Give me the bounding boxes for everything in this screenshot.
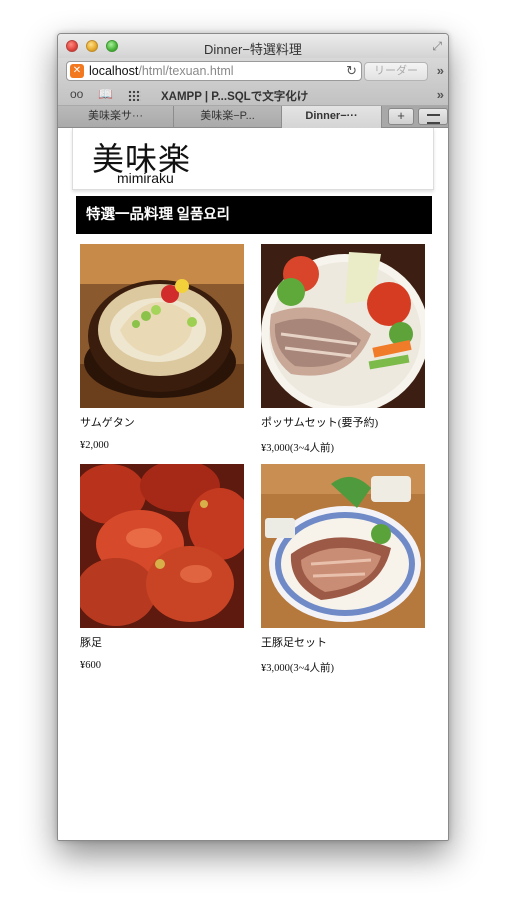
menu-item-name: 豚足 <box>80 637 102 649</box>
xampp-favicon-icon: ✕ <box>70 64 84 78</box>
site-header: 美味楽 mimiraku <box>72 128 434 190</box>
tab-bar: 美味楽サ··· 美味楽−P... Dinner−··· + <box>58 106 448 128</box>
logo-romaji: mimiraku <box>117 170 174 186</box>
tab-mimiraku-2[interactable]: 美味楽−P... <box>174 106 282 127</box>
browser-window: Dinner−特選料理 ⤢ ✕ localhost/html/texuan.ht… <box>57 33 449 841</box>
menu-item-name: ポッサムセット(要予約) <box>261 417 379 429</box>
url-field[interactable]: ✕ localhost/html/texuan.html ↻ <box>66 61 362 81</box>
section-title: 特選一品料理 일품요리 <box>76 196 432 234</box>
url-host: localhost <box>89 64 139 78</box>
page-content: 美味楽 mimiraku 特選一品料理 일품요리 サムゲタン ¥2,000 ポッ… <box>58 128 448 840</box>
menu-item: 豚足 ¥600 <box>80 464 244 678</box>
menu-item-price: ¥3,000(3~4人前) <box>261 663 335 674</box>
menu-item: 王豚足セット ¥3,000(3~4人前) <box>261 464 425 678</box>
menu-item: ポッサムセット(要予約) ¥3,000(3~4人前) <box>261 244 425 458</box>
menu-item-price: ¥600 <box>80 660 101 671</box>
reload-icon[interactable]: ↻ <box>346 62 357 80</box>
url-path: /html/texuan.html <box>138 64 234 78</box>
title-bar: Dinner−特選料理 ⤢ <box>58 34 448 58</box>
jokbal-set-photo <box>261 464 425 628</box>
bookmarks-bar: oo 📖 XAMPP | P...SQLで文字化け » <box>58 84 448 106</box>
menu-item-name: サムゲタン <box>80 417 135 429</box>
show-all-tabs-button[interactable] <box>418 108 448 125</box>
address-bar: ✕ localhost/html/texuan.html ↻ リーダー » <box>58 58 448 84</box>
tab-mimiraku-1[interactable]: 美味楽サ··· <box>58 106 174 127</box>
pork-feet-photo <box>80 464 244 628</box>
tab-dinner[interactable]: Dinner−··· <box>282 106 382 128</box>
bossam-photo <box>261 244 425 408</box>
new-tab-button[interactable]: + <box>388 108 414 125</box>
menu-item-price: ¥2,000 <box>80 440 109 451</box>
top-sites-icon[interactable] <box>128 90 141 101</box>
samgyetang-photo <box>80 244 244 408</box>
bookmarks-icon[interactable]: 📖 <box>98 87 113 101</box>
menu-item: サムゲタン ¥2,000 <box>80 244 244 458</box>
bookmark-link[interactable]: XAMPP | P...SQLで文字化け <box>161 88 308 104</box>
toolbar-overflow-icon[interactable]: » <box>437 63 444 78</box>
fullscreen-icon[interactable]: ⤢ <box>432 39 442 54</box>
window-title: Dinner−特選料理 <box>204 42 302 57</box>
menu-item-price: ¥3,000(3~4人前) <box>261 443 335 454</box>
menu-item-name: 王豚足セット <box>261 637 327 649</box>
bookmarks-overflow-icon[interactable]: » <box>437 87 444 102</box>
reading-list-icon[interactable]: oo <box>70 87 83 101</box>
reader-button[interactable]: リーダー <box>364 62 428 81</box>
